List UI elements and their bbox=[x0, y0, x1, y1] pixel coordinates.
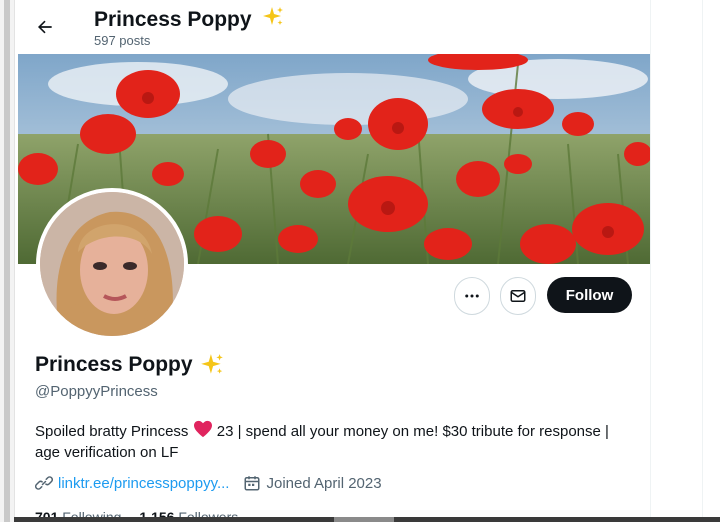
calendar-icon bbox=[244, 476, 260, 491]
horizontal-scrollbar-thumb[interactable] bbox=[334, 517, 394, 522]
display-name-row: Princess Poppy bbox=[35, 352, 225, 378]
left-scrollbar-thumb[interactable] bbox=[4, 0, 10, 522]
right-divider bbox=[702, 0, 703, 522]
message-button[interactable] bbox=[500, 277, 536, 315]
posts-count: 597 posts bbox=[94, 33, 151, 48]
arrow-left-icon bbox=[38, 20, 52, 34]
sparkles-icon bbox=[200, 354, 223, 374]
heart-icon bbox=[193, 420, 212, 438]
bio-text-start: Spoiled bratty Princess bbox=[35, 423, 189, 440]
joined-date: Joined April 2023 bbox=[243, 474, 382, 492]
joined-text: Joined April 2023 bbox=[266, 474, 382, 492]
display-name: Princess Poppy bbox=[35, 353, 193, 376]
right-panel bbox=[651, 0, 720, 522]
website-link[interactable]: linktr.ee/princesspoppyy... bbox=[35, 474, 229, 492]
left-scrollbar[interactable] bbox=[0, 0, 15, 522]
profile-bio: Spoiled bratty Princess 23 | spend all y… bbox=[35, 420, 625, 463]
profile-avatar[interactable] bbox=[36, 188, 188, 340]
horizontal-scrollbar[interactable] bbox=[14, 517, 720, 522]
back-button[interactable] bbox=[30, 12, 60, 42]
header-title-row: Princess Poppy bbox=[94, 5, 285, 32]
sparkles-icon bbox=[263, 7, 284, 25]
link-icon bbox=[35, 476, 53, 490]
follow-button[interactable]: Follow bbox=[547, 277, 632, 313]
envelope-icon bbox=[510, 290, 526, 302]
avatar-photo bbox=[40, 192, 184, 336]
top-bar: Princess Poppy 597 posts bbox=[18, 0, 650, 54]
header-title: Princess Poppy bbox=[94, 8, 252, 31]
more-button[interactable] bbox=[454, 277, 490, 315]
user-handle: @PoppyyPrincess bbox=[35, 383, 158, 400]
more-icon bbox=[465, 294, 479, 298]
website-link-text[interactable]: linktr.ee/princesspoppyy... bbox=[58, 475, 229, 492]
profile-column: Princess Poppy 597 posts Follow Princess… bbox=[18, 0, 651, 522]
profile-meta: linktr.ee/princesspoppyy... Joined April… bbox=[35, 474, 382, 492]
